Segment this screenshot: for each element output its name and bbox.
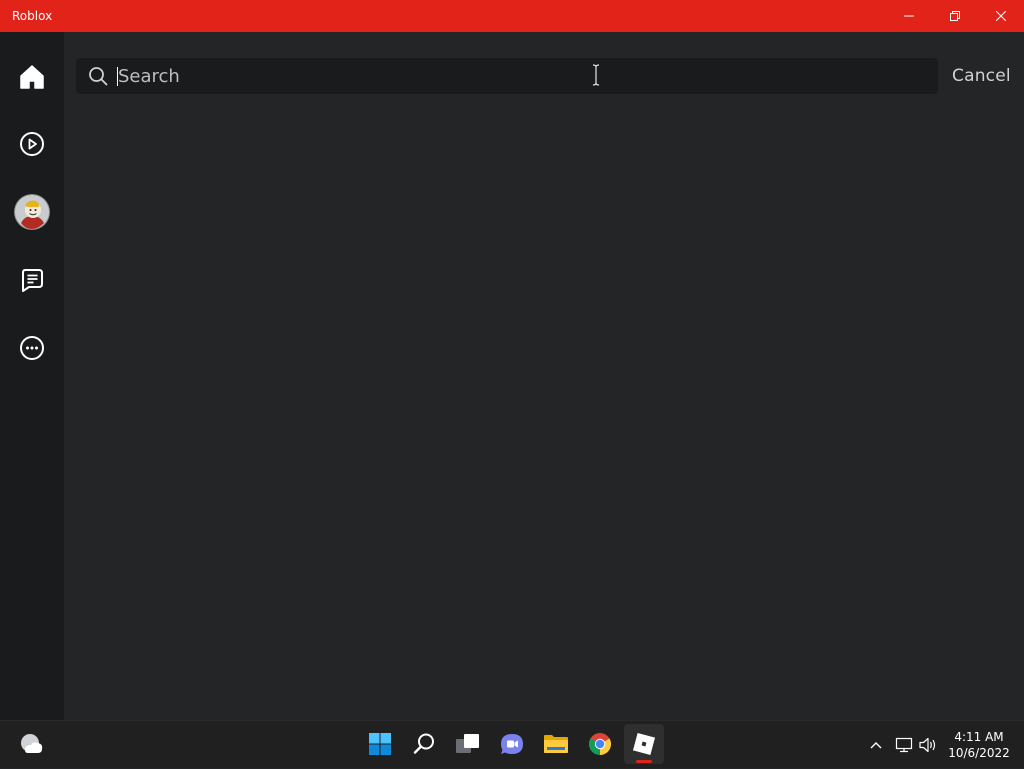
restore-icon: [950, 11, 960, 21]
search-bar[interactable]: [76, 58, 938, 94]
widgets-button[interactable]: [12, 724, 52, 764]
network-icon: [895, 737, 913, 753]
network-button[interactable]: [892, 721, 916, 769]
widgets-icon: [21, 734, 43, 753]
window-title: Roblox: [12, 9, 53, 23]
minimize-button[interactable]: [886, 0, 932, 32]
close-button[interactable]: [978, 0, 1024, 32]
restore-button[interactable]: [932, 0, 978, 32]
minimize-icon: [904, 15, 914, 17]
cancel-button[interactable]: Cancel: [952, 66, 1011, 86]
chat-icon: [22, 269, 43, 292]
clock-time: 4:11 AM: [954, 730, 1004, 744]
chevron-up-icon: [870, 742, 882, 749]
main-content: Cancel: [64, 32, 1024, 720]
clock[interactable]: 4:11 AM 10/6/2022: [944, 729, 1014, 761]
taskbar: 4:11 AM 10/6/2022: [0, 720, 1024, 768]
taskbar-search-button[interactable]: [404, 724, 444, 764]
chat-icon: [501, 734, 523, 754]
start-icon: [369, 733, 391, 755]
avatar-icon: [14, 194, 50, 230]
sidebar-item-home[interactable]: [0, 52, 64, 102]
sidebar-item-more[interactable]: [0, 323, 64, 373]
search-input[interactable]: [118, 62, 918, 90]
roblox-button[interactable]: [624, 724, 664, 764]
sidebar: [0, 32, 64, 720]
roblox-icon: [632, 732, 656, 756]
task-view-button[interactable]: [448, 724, 488, 764]
clock-date: 10/6/2022: [948, 746, 1010, 760]
sidebar-item-play[interactable]: [0, 119, 64, 169]
search-icon: [413, 733, 434, 754]
chat-button[interactable]: [492, 724, 532, 764]
task-view-icon: [456, 734, 479, 753]
home-icon: [20, 65, 44, 89]
volume-icon: [919, 737, 936, 753]
play-icon: [20, 132, 44, 156]
volume-button[interactable]: [916, 721, 940, 769]
close-icon: [996, 11, 1006, 21]
file-explorer-button[interactable]: [536, 724, 576, 764]
text-caret: [117, 67, 118, 86]
active-app-indicator: [636, 760, 652, 763]
start-button[interactable]: [360, 724, 400, 764]
sidebar-item-avatar[interactable]: [0, 187, 64, 237]
search-icon: [89, 67, 108, 86]
chrome-icon: [589, 733, 611, 755]
text-cursor-icon: [592, 64, 600, 86]
file-explorer-icon: [544, 735, 568, 753]
sidebar-item-chat[interactable]: [0, 255, 64, 305]
more-icon: [20, 336, 44, 360]
show-hidden-icons-button[interactable]: [864, 721, 888, 769]
title-bar: Roblox: [0, 0, 1024, 32]
chrome-button[interactable]: [580, 724, 620, 764]
